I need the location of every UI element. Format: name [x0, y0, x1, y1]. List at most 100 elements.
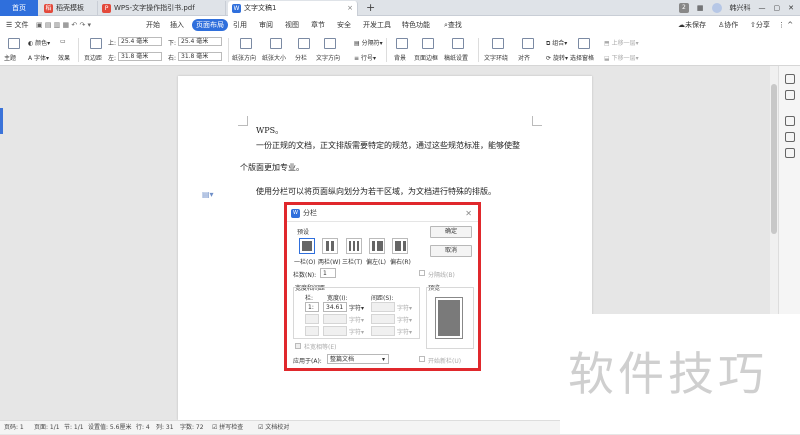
watermark-text: 软件技巧	[568, 347, 768, 401]
paper-size-button[interactable]: 纸张大小	[262, 53, 286, 62]
doc-line-2[interactable]: 一份正规的文档，正文排版需要特定的规范，通过这些规范标准，能够使整	[256, 140, 520, 151]
style-icon[interactable]	[785, 132, 795, 142]
page-border-icon	[422, 38, 434, 49]
search-menu[interactable]: ⌕查找	[444, 19, 462, 31]
more-icon[interactable]: ⋮ ^	[778, 19, 793, 31]
breaks-button[interactable]: ▤ 分隔符▾	[354, 38, 383, 47]
menu-start[interactable]: 开始	[146, 19, 160, 31]
menu-chapter[interactable]: 章节	[311, 19, 325, 31]
close-icon[interactable]: ×	[347, 1, 353, 16]
tab-document[interactable]: W 文字文稿1 ×	[228, 1, 358, 16]
menu-view[interactable]: 视图	[285, 19, 299, 31]
align-button[interactable]: 对齐	[518, 53, 530, 62]
line-between-label: 分隔线(B)	[428, 272, 455, 279]
dialog-title-bar[interactable]: W 分栏 ✕	[287, 205, 478, 222]
bottom-margin-input[interactable]: 25.4 毫米	[178, 37, 222, 46]
preset-two-columns[interactable]	[322, 238, 338, 254]
dialog-close-icon[interactable]: ✕	[465, 205, 472, 222]
equal-width-checkbox[interactable]	[295, 343, 301, 349]
row-1-width-input[interactable]: 34.61	[323, 302, 347, 312]
window-close-icon[interactable]: ✕	[788, 4, 794, 12]
left-margin-label: 左:	[108, 55, 117, 62]
doc-line-1[interactable]: WPS。	[256, 125, 283, 136]
font-button[interactable]: A 字体▾	[28, 53, 49, 62]
file-menu[interactable]: ☰ 文件	[6, 19, 29, 31]
bring-forward-button[interactable]: ⬒ 上移一层▾	[604, 38, 639, 47]
menu-security[interactable]: 安全	[337, 19, 351, 31]
tab-template[interactable]: 稻 稻壳模板	[40, 1, 98, 16]
status-section: 节: 1/1	[64, 424, 84, 431]
collab-button[interactable]: ♙协作	[718, 19, 738, 31]
send-backward-button[interactable]: ⬓ 下移一层▾	[604, 53, 639, 62]
three-column-icon	[349, 241, 351, 251]
color-button[interactable]: ◐ 颜色▾	[28, 38, 50, 47]
background-button[interactable]: 背景	[394, 53, 406, 62]
right-margin-input[interactable]: 31.8 毫米	[178, 52, 222, 61]
menu-reference[interactable]: 引用	[233, 19, 247, 31]
quick-access-icons[interactable]: ▣ ▤ ▥ ▦ ↶ ↷ ▾	[36, 19, 91, 31]
num-columns-input[interactable]: 1	[320, 268, 336, 278]
doc-icon: W	[232, 4, 241, 13]
share-button[interactable]: ⇧分享	[750, 19, 770, 31]
presets-label: 预设	[297, 229, 310, 236]
page-border-button[interactable]: 页面边框	[414, 53, 438, 62]
tab-home[interactable]: 首页	[0, 0, 38, 16]
ok-button[interactable]: 确定	[430, 226, 472, 238]
row-1-width-unit[interactable]: 字符▾	[349, 303, 364, 312]
new-column-checkbox[interactable]	[419, 356, 425, 362]
scrollbar-thumb[interactable]	[771, 84, 777, 234]
share-label: 分享	[755, 21, 770, 29]
rotate-button[interactable]: ⟳ 旋转▾	[546, 53, 568, 62]
preset-three-columns[interactable]	[346, 238, 362, 254]
effect-button[interactable]: 效果	[58, 53, 70, 62]
maximize-icon[interactable]: ▢	[774, 4, 781, 12]
doc-line-4[interactable]: 使用分栏可以将页面纵向划分为若干区域，为文档进行特殊的排版。	[256, 186, 496, 197]
line-between-checkbox[interactable]	[419, 270, 425, 276]
columns-dialog: W 分栏 ✕ 预设 一栏(O) 两栏(W) 三栏(T) 偏左(L) 偏右(R) …	[284, 202, 481, 371]
selection-pane-button[interactable]: 选择窗格	[570, 53, 594, 62]
doc-line-3[interactable]: 个版面更加专业。	[240, 162, 304, 173]
line-number-button[interactable]: ≡ 行号▾	[354, 53, 376, 62]
menu-review[interactable]: 审阅	[259, 19, 273, 31]
columns-button[interactable]: 分栏	[295, 53, 307, 62]
notification-badge[interactable]: 2	[678, 3, 689, 13]
format-icon[interactable]	[785, 116, 795, 126]
pen-icon[interactable]	[785, 90, 795, 100]
unsaved-status[interactable]: ☁未保存	[678, 19, 706, 31]
grid-paper-button[interactable]: 稿纸设置	[444, 53, 468, 62]
text-wrap-button[interactable]: 文字环绕	[484, 53, 508, 62]
proofread-label: 文档校对	[265, 424, 290, 431]
tab-pdf[interactable]: P WPS-文字操作指引书.pdf	[98, 1, 226, 16]
menu-page-layout[interactable]: 页面布局	[192, 19, 228, 31]
spell-check-button[interactable]: ☑ 拼写检查	[212, 421, 243, 435]
corner-mark	[532, 116, 542, 126]
theme-button[interactable]: 主题	[4, 53, 16, 62]
menu-insert[interactable]: 插入	[170, 19, 184, 31]
user-name[interactable]: 韩兴科	[730, 3, 751, 13]
margins-button[interactable]: 页边距	[84, 53, 102, 62]
search-menu-label: 查找	[447, 21, 462, 29]
paragraph-handle-icon[interactable]: ▤▾	[202, 190, 214, 199]
new-tab-button[interactable]: +	[366, 0, 375, 16]
minimize-icon[interactable]: —	[759, 4, 766, 12]
proofread-button[interactable]: ☑ 文档校对	[258, 421, 289, 435]
menu-features[interactable]: 特色功能	[402, 19, 430, 31]
preset-one-column[interactable]	[299, 238, 315, 254]
file-menu-label: 文件	[14, 21, 29, 29]
group-button[interactable]: ⧉ 组合▾	[546, 38, 567, 48]
right-sidebar	[778, 66, 800, 314]
num-columns-label: 栏数(N):	[293, 272, 317, 279]
cursor-tool-icon[interactable]	[785, 74, 795, 84]
avatar[interactable]	[711, 3, 722, 13]
menu-developer[interactable]: 开发工具	[363, 19, 391, 31]
left-margin-input[interactable]: 31.8 毫米	[118, 52, 162, 61]
preset-right[interactable]	[392, 238, 408, 254]
orientation-button[interactable]: 纸张方向	[232, 53, 256, 62]
preset-left[interactable]	[369, 238, 385, 254]
resize-icon[interactable]	[785, 148, 795, 158]
grid-icon[interactable]: ▦	[697, 4, 704, 12]
text-direction-button[interactable]: 文字方向	[316, 53, 340, 62]
cancel-button[interactable]: 取消	[430, 245, 472, 257]
apply-to-select[interactable]: 整篇文档 ▾	[327, 354, 389, 364]
top-margin-input[interactable]: 25.4 毫米	[118, 37, 162, 46]
